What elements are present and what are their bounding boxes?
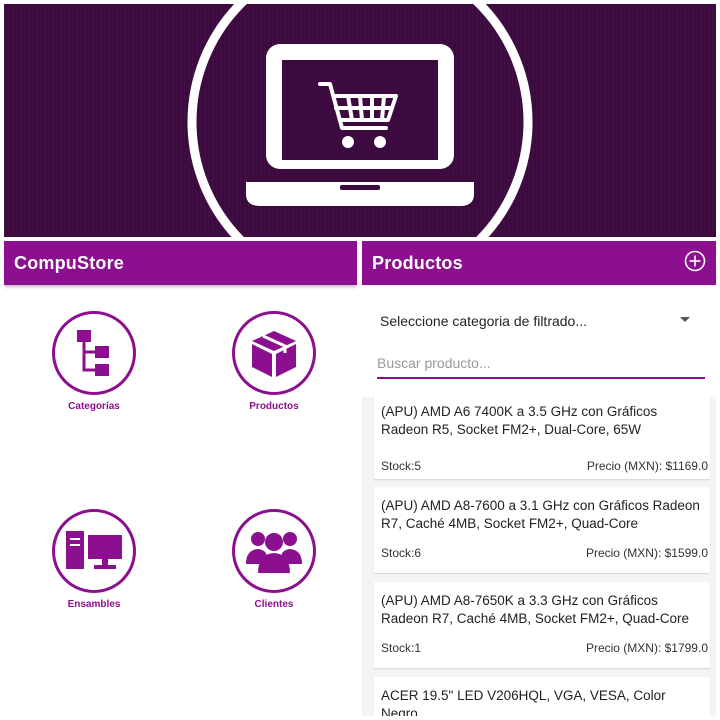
tile-label: Ensambles — [67, 599, 121, 610]
tile-label: Categorías — [68, 401, 120, 412]
product-stock: Stock:6 — [381, 546, 422, 560]
tile-clientes[interactable]: Clientes — [204, 509, 344, 610]
product-name: ACER 19.5" LED V206HQL, VGA, VESA, Color… — [381, 688, 666, 716]
tile-ensambles[interactable]: Ensambles — [24, 509, 164, 610]
tile-label: Productos — [249, 401, 299, 412]
product-name: (APU) AMD A8-7650K a 3.3 GHz con Gráfico… — [381, 593, 690, 626]
product-card[interactable]: (APU) AMD A8-7600 a 3.1 GHz con Gráficos… — [374, 487, 710, 573]
product-stock: Stock:5 — [381, 459, 422, 473]
add-product-button[interactable] — [684, 250, 706, 272]
product-card[interactable]: ACER 19.5" LED V206HQL, VGA, VESA, Color… — [374, 677, 710, 716]
splash-banner — [4, 4, 716, 237]
product-price: Precio (MXN): $1799.0 — [585, 641, 708, 655]
product-card[interactable]: (APU) AMD A6 7400K a 3.5 GHz con Gráfico… — [374, 393, 710, 479]
add-circle-icon — [684, 250, 706, 272]
desktop-computer-icon — [66, 531, 122, 569]
product-stock: Stock:1 — [381, 641, 422, 655]
home-app-bar: CompuStore — [4, 241, 357, 285]
users-icon — [246, 532, 302, 573]
product-price: Precio (MXN): $1169.0 — [586, 459, 708, 473]
assemblies-circle — [52, 509, 136, 593]
box-icon — [252, 331, 296, 377]
products-screen: Productos Seleccione categoria de filtra… — [362, 241, 716, 716]
tile-categorias[interactable]: Categorías — [24, 311, 164, 412]
hierarchy-icon — [77, 330, 109, 376]
tile-productos[interactable]: Productos — [204, 311, 344, 412]
search-input[interactable] — [377, 349, 705, 379]
home-screen: CompuStore Categorías Productos Ensamble… — [4, 241, 357, 716]
laptop-cart-icon — [187, 4, 533, 237]
dropdown-caret-icon[interactable] — [680, 317, 690, 322]
products-app-bar: Productos — [362, 241, 716, 285]
clients-circle — [232, 509, 316, 593]
products-circle — [232, 311, 316, 395]
tile-label: Clientes — [254, 599, 294, 610]
filter-area: Seleccione categoria de filtrado... — [362, 285, 716, 397]
product-name: (APU) AMD A6 7400K a 3.5 GHz con Gráfico… — [381, 404, 658, 437]
product-name: (APU) AMD A8-7600 a 3.1 GHz con Gráficos… — [381, 498, 700, 531]
app-title: CompuStore — [14, 252, 124, 273]
product-card[interactable]: (APU) AMD A8-7650K a 3.3 GHz con Gráfico… — [374, 582, 710, 668]
product-price: Precio (MXN): $1599.0 — [585, 546, 708, 560]
category-filter-select[interactable]: Seleccione categoria de filtrado... — [380, 313, 587, 329]
screen-title: Productos — [372, 252, 463, 273]
categories-circle — [52, 311, 136, 395]
